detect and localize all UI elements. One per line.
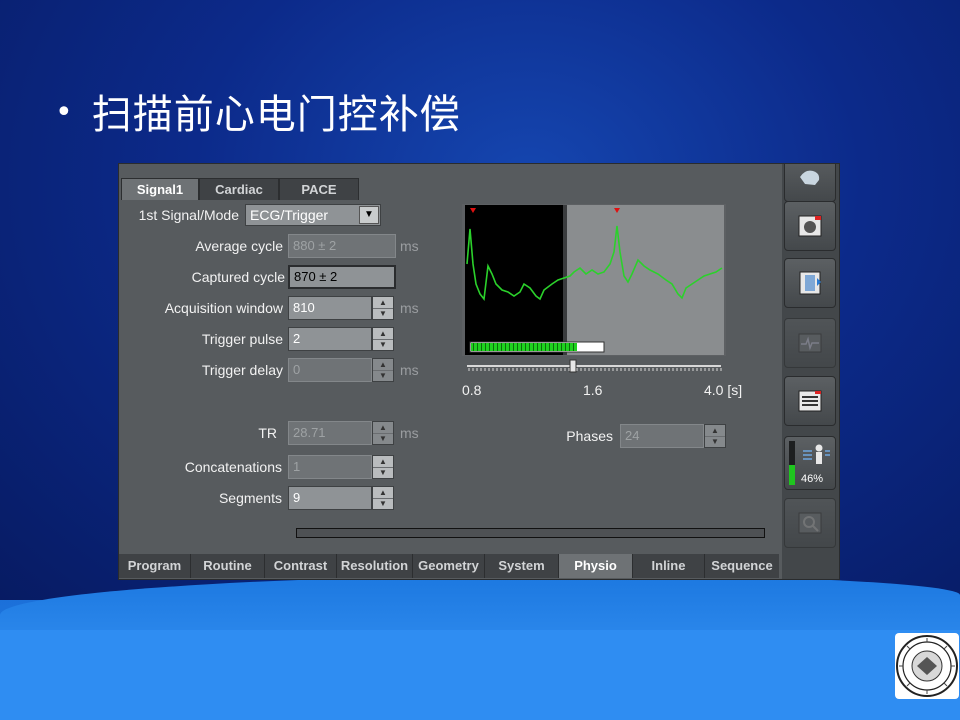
spin-down-icon: ▼ [379, 434, 387, 443]
sar-bar-track [789, 441, 795, 485]
acquisition-window-field[interactable]: 810 [288, 296, 372, 320]
segments-label: Segments [218, 490, 282, 506]
ecg-graph [462, 204, 726, 356]
bottom-tab-bar: Program Routine Contrast Resolution Geom… [119, 554, 779, 578]
phases-label: Phases [566, 428, 613, 444]
cycle-region [567, 205, 724, 355]
signal-mode-label: 1st Signal/Mode [138, 207, 239, 223]
concatenations-spinner[interactable]: ▲ ▼ [372, 455, 394, 479]
patient-head-icon [800, 170, 820, 185]
protocol-list-button[interactable] [784, 376, 836, 426]
tab-pace[interactable]: PACE [279, 178, 359, 200]
trigger-pulse-spinner[interactable]: ▲ ▼ [372, 327, 394, 351]
captured-cycle-field: 870 ± 2 [288, 265, 396, 289]
protocol-list-icon [798, 390, 822, 412]
patient-table-icon [799, 271, 821, 295]
physio-panel: Signal1 Cardiac PACE 1st Signal/Mode ECG… [118, 163, 840, 580]
acquisition-window-label: Acquisition window [164, 300, 283, 316]
tab-resolution[interactable]: Resolution [337, 554, 413, 578]
tab-contrast[interactable]: Contrast [265, 554, 337, 578]
tab-physio[interactable]: Physio [559, 554, 633, 578]
spin-down-icon[interactable]: ▼ [373, 339, 393, 350]
zoom-view-icon [798, 512, 822, 534]
segments-spinner[interactable]: ▲ ▼ [372, 486, 394, 510]
ecg-monitor-button[interactable] [784, 318, 836, 368]
slide-wave-base [0, 630, 960, 720]
axis-label-mid: 1.6 [583, 382, 603, 398]
concatenations-label: Concatenations [184, 459, 282, 475]
slide-title-text: 扫描前心电门控补偿 [91, 92, 461, 138]
tr-label: TR [258, 425, 277, 441]
sar-patient-icon [803, 444, 830, 464]
spin-down-icon[interactable]: ▼ [373, 498, 393, 509]
signal-mode-value: ECG/Trigger [250, 207, 329, 223]
time-slider[interactable] [465, 356, 725, 376]
trigger-delay-label: Trigger delay [201, 362, 283, 378]
spin-down-icon: ▼ [711, 437, 719, 446]
average-cycle-field: 880 ± 2 [288, 234, 396, 258]
axis-label-start: 0.8 [462, 382, 482, 398]
university-seal-logo [895, 633, 959, 699]
patient-head-button[interactable] [784, 164, 836, 202]
progress-fill [471, 343, 577, 351]
segments-field[interactable]: 9 [288, 486, 372, 510]
zoom-view-button[interactable] [784, 498, 836, 548]
phases-field: 24 [620, 424, 704, 448]
axis-label-end: 4.0 [s] [704, 382, 743, 398]
image-window-button[interactable] [784, 201, 836, 251]
trigger-pulse-label: Trigger pulse [201, 331, 283, 347]
right-toolbar: 46% [782, 164, 839, 579]
captured-cycle-label: Captured cycle [191, 269, 285, 285]
tab-geometry[interactable]: Geometry [413, 554, 485, 578]
status-bar [296, 528, 765, 538]
tr-unit: ms [400, 425, 419, 441]
sar-patient-button[interactable]: 46% [784, 436, 836, 490]
image-window-icon [798, 215, 822, 237]
tr-field: 28.71 [288, 421, 372, 445]
ecg-display [462, 204, 726, 356]
spin-down-icon[interactable]: ▼ [373, 308, 393, 319]
trigger-delay-field: 0 [288, 358, 372, 382]
tab-inline[interactable]: Inline [633, 554, 705, 578]
tab-system[interactable]: System [485, 554, 559, 578]
tab-program[interactable]: Program [119, 554, 191, 578]
tab-signal1[interactable]: Signal1 [121, 178, 199, 200]
seal-graphic [896, 635, 958, 697]
phases-spinner: ▲ ▼ [704, 424, 726, 448]
spin-down-icon[interactable]: ▼ [373, 467, 393, 478]
acquisition-window-spinner[interactable]: ▲ ▼ [372, 296, 394, 320]
tab-routine[interactable]: Routine [191, 554, 265, 578]
average-cycle-unit: ms [400, 238, 419, 254]
spin-down-icon: ▼ [379, 371, 387, 380]
tab-sequence[interactable]: Sequence [705, 554, 779, 578]
trigger-pulse-field[interactable]: 2 [288, 327, 372, 351]
slide-title: • 扫描前心电门控补偿 [55, 82, 461, 140]
acquisition-window-region [465, 205, 563, 355]
ecg-monitor-icon [798, 333, 822, 353]
tab-cardiac[interactable]: Cardiac [199, 178, 279, 200]
sar-bar-fill [789, 465, 795, 485]
bullet-dot: • [55, 95, 74, 130]
dropdown-arrow-icon[interactable]: ▼ [359, 206, 379, 224]
sar-percent: 46% [801, 473, 824, 485]
acquisition-window-unit: ms [400, 300, 419, 316]
concatenations-field: 1 [288, 455, 372, 479]
tr-spinner: ▲ ▼ [372, 421, 394, 445]
slider-thumb[interactable] [569, 359, 577, 373]
patient-table-button[interactable] [784, 258, 836, 308]
average-cycle-label: Average cycle [195, 238, 283, 254]
signal-mode-select[interactable]: ECG/Trigger ▼ [245, 204, 381, 226]
trigger-delay-spinner: ▲ ▼ [372, 358, 394, 382]
trigger-delay-unit: ms [400, 362, 419, 378]
